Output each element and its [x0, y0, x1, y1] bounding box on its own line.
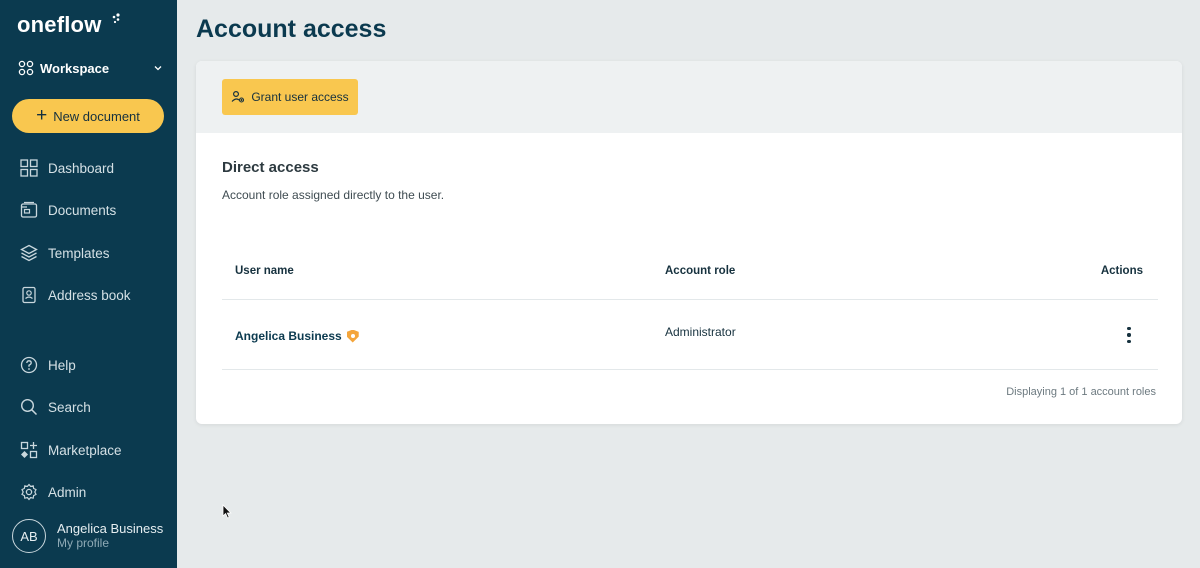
column-header-actions: Actions [1100, 265, 1143, 277]
page-title: Account access [196, 15, 387, 43]
grant-user-access-button[interactable]: Grant user access [222, 79, 358, 115]
user-name: Angelica Business [235, 329, 342, 343]
documents-icon [20, 201, 38, 218]
table-divider [222, 369, 1158, 370]
logo-text: oneflow [17, 12, 102, 37]
sidebar-item-label: Search [48, 399, 91, 415]
search-icon [20, 398, 38, 416]
sidebar-item-marketplace[interactable]: Marketplace [20, 439, 170, 461]
shield-badge-icon [346, 329, 359, 343]
avatar: AB [12, 519, 46, 553]
sidebar-item-label: Marketplace [48, 442, 122, 458]
sidebar-item-help[interactable]: Help [20, 354, 170, 376]
help-icon [20, 356, 38, 374]
sidebar-item-documents[interactable]: Documents [20, 199, 170, 221]
sidebar: oneflow Workspace + New document Dashboa… [0, 0, 177, 568]
new-document-label: New document [53, 108, 140, 124]
column-header-account-role: Account role [665, 265, 736, 277]
sidebar-item-label: Templates [48, 245, 110, 261]
section-description: Account role assigned directly to the us… [222, 188, 445, 202]
column-header-user-name: User name [235, 265, 294, 277]
plus-icon: + [36, 104, 48, 126]
account-role-value: Administrator [665, 325, 736, 339]
mouse-cursor-icon [222, 504, 232, 519]
profile-menu[interactable]: AB Angelica Business My profile [12, 519, 163, 553]
table-divider [222, 299, 1158, 300]
account-access-card: Grant user access Direct access Account … [196, 61, 1182, 424]
sidebar-item-admin[interactable]: Admin [20, 481, 170, 503]
oneflow-logo[interactable]: oneflow [17, 12, 120, 38]
gear-icon [21, 483, 37, 501]
logo-dots-icon [112, 13, 120, 24]
section-title: Direct access [222, 159, 319, 176]
sidebar-item-label: Documents [48, 202, 117, 218]
pagination-count: Displaying 1 of 1 account roles [1006, 386, 1156, 398]
user-name-link[interactable]: Angelica Business [235, 329, 359, 343]
row-actions-menu-icon[interactable] [1123, 327, 1135, 343]
workspace-label: Workspace [40, 60, 110, 76]
workspace-icon [18, 60, 34, 76]
sidebar-item-label: Admin [48, 484, 87, 500]
user-access-icon [231, 90, 245, 103]
templates-icon [20, 244, 38, 262]
sidebar-item-label: Dashboard [48, 160, 115, 176]
sidebar-item-dashboard[interactable]: Dashboard [20, 157, 170, 179]
card-toolbar: Grant user access [196, 61, 1182, 133]
profile-subtitle: My profile [57, 536, 110, 550]
sidebar-item-address-book[interactable]: Address book [20, 284, 170, 306]
sidebar-item-templates[interactable]: Templates [20, 242, 170, 264]
sidebar-item-label: Address book [48, 287, 131, 303]
address-book-icon [22, 286, 36, 304]
dashboard-icon [20, 159, 38, 177]
grant-user-access-label: Grant user access [251, 90, 349, 104]
sidebar-item-search[interactable]: Search [20, 396, 170, 418]
sidebar-item-label: Help [48, 357, 76, 373]
profile-name: Angelica Business [57, 521, 164, 536]
workspace-switcher[interactable]: Workspace [18, 58, 163, 78]
new-document-button[interactable]: + New document [12, 99, 164, 133]
chevron-down-icon [154, 66, 162, 71]
marketplace-icon [20, 441, 38, 459]
